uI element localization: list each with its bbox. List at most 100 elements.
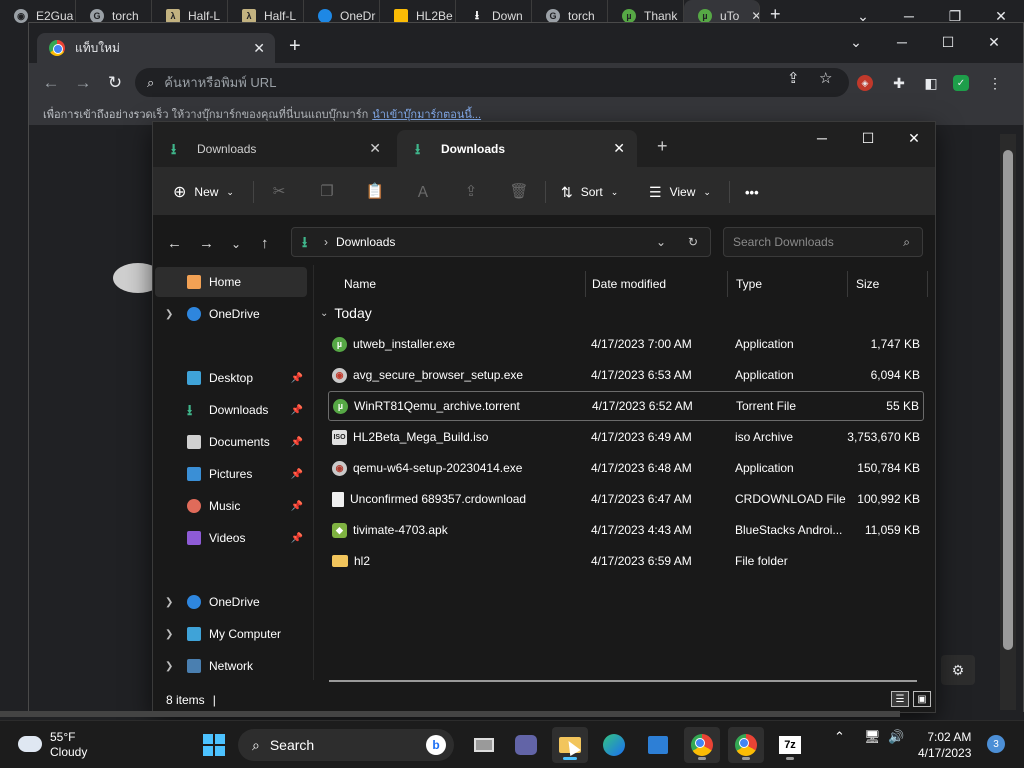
weather-widget[interactable]: 55°F Cloudy bbox=[18, 730, 87, 760]
chevron-down-icon[interactable]: ⌄ bbox=[833, 27, 879, 57]
maximize-button[interactable]: ☐ bbox=[845, 125, 891, 151]
outer-tab-label: torch bbox=[112, 9, 139, 23]
close-icon[interactable]: ✕ bbox=[369, 140, 381, 157]
column-header-name[interactable]: Name bbox=[336, 271, 586, 297]
column-header-size[interactable]: Size bbox=[848, 271, 928, 297]
chrome-button[interactable] bbox=[684, 727, 720, 763]
extension-icon[interactable]: ◈ bbox=[857, 75, 873, 91]
customize-icon[interactable]: ⚙ bbox=[941, 655, 975, 685]
search-input[interactable]: Search Downloads ⌕ bbox=[723, 227, 923, 257]
new-button[interactable]: ⊕ New ⌄ bbox=[173, 179, 234, 205]
sidebar-item-network[interactable]: ❯ Network bbox=[155, 651, 307, 681]
edge-button[interactable] bbox=[596, 727, 632, 763]
puzzle-icon[interactable]: ✚ bbox=[889, 73, 909, 93]
task-view-button[interactable] bbox=[466, 727, 502, 763]
file-size: 100,992 KB bbox=[857, 492, 920, 506]
minimize-button[interactable]: ─ bbox=[799, 125, 845, 151]
file-row[interactable]: µ utweb_installer.exe 4/17/2023 7:00 AM A… bbox=[328, 329, 924, 359]
sidebar-item-documents[interactable]: Documents 📌 bbox=[155, 427, 307, 457]
delete-icon[interactable]: 🗑 bbox=[509, 181, 529, 201]
copy-icon[interactable]: ❐ bbox=[317, 181, 337, 201]
reload-icon[interactable]: ↻ bbox=[101, 71, 129, 95]
page-horizontal-scrollbar[interactable] bbox=[0, 711, 900, 717]
utorrent-icon: µ bbox=[332, 336, 347, 352]
shield-icon[interactable]: ✓ bbox=[953, 75, 969, 91]
close-icon[interactable]: ✕ bbox=[751, 9, 759, 23]
sidebar-item-onedrive-2[interactable]: ❯ OneDrive bbox=[155, 587, 307, 617]
sidebar-item-desktop[interactable]: Desktop 📌 bbox=[155, 363, 307, 393]
minimize-button[interactable]: ─ bbox=[879, 27, 925, 57]
close-icon[interactable]: ✕ bbox=[613, 140, 625, 157]
back-icon[interactable]: ← bbox=[167, 235, 182, 252]
clock[interactable]: 7:02 AM 4/17/2023 bbox=[918, 729, 971, 761]
scroll-thumb[interactable] bbox=[1003, 150, 1013, 650]
store-button[interactable] bbox=[640, 727, 676, 763]
group-header-today[interactable]: ⌄ Today bbox=[320, 305, 372, 321]
download-folder-icon bbox=[415, 139, 429, 164]
file-row[interactable]: ◉ avg_secure_browser_setup.exe 4/17/2023 … bbox=[328, 360, 924, 390]
sidebar-item-downloads[interactable]: Downloads 📌 bbox=[155, 395, 307, 425]
videos-icon bbox=[187, 531, 201, 545]
paste-icon[interactable]: 📋 bbox=[365, 181, 385, 201]
cut-icon[interactable]: ✂ bbox=[269, 181, 289, 201]
file-date: 4/17/2023 6:47 AM bbox=[591, 492, 692, 506]
more-button[interactable]: ••• bbox=[745, 179, 759, 205]
file-row-selected[interactable]: µ WinRT81Qemu_archive.torrent 4/17/2023 6… bbox=[328, 391, 924, 421]
menu-icon[interactable]: ⋮ bbox=[985, 73, 1005, 93]
rename-icon[interactable]: Ａ bbox=[413, 181, 433, 201]
file-row[interactable]: ◆ tivimate-4703.apk 4/17/2023 4:43 AM Blu… bbox=[328, 515, 924, 545]
omnibox[interactable]: ⌕ ค้นหาหรือพิมพ์ URL bbox=[135, 68, 849, 97]
sidebar-item-videos[interactable]: Videos 📌 bbox=[155, 523, 307, 553]
forward-icon[interactable]: → bbox=[199, 235, 214, 252]
sidebar-item-onedrive[interactable]: ❯ OneDrive bbox=[155, 299, 307, 329]
teams-button[interactable] bbox=[508, 727, 544, 763]
volume-icon[interactable]: 🔊 bbox=[888, 729, 904, 745]
explorer-tab-active[interactable]: Downloads ✕ bbox=[397, 130, 637, 167]
share-icon[interactable]: ⇪ bbox=[461, 181, 481, 201]
tiles-view-icon[interactable]: ▣ bbox=[913, 691, 931, 707]
close-icon[interactable]: ✕ bbox=[253, 40, 265, 57]
chevron-up-icon[interactable]: ⌃ bbox=[834, 729, 845, 745]
sort-button[interactable]: ⇅ Sort ⌄ bbox=[561, 179, 618, 205]
back-icon[interactable]: ← bbox=[37, 71, 65, 95]
file-row[interactable]: ISO HL2Beta_Mega_Build.iso 4/17/2023 6:49… bbox=[328, 422, 924, 452]
sidebar-item-pictures[interactable]: Pictures 📌 bbox=[155, 459, 307, 489]
chrome-profile-button[interactable] bbox=[728, 727, 764, 763]
share-icon[interactable]: ⇪ bbox=[787, 69, 800, 87]
file-row[interactable]: hl2 4/17/2023 6:59 AM File folder bbox=[328, 546, 924, 576]
view-button[interactable]: ☰ View ⌄ bbox=[649, 179, 711, 205]
file-row[interactable]: Unconfirmed 689357.crdownload 4/17/2023 … bbox=[328, 484, 924, 514]
close-button[interactable]: ✕ bbox=[891, 125, 937, 151]
column-header-type[interactable]: Type bbox=[728, 271, 848, 297]
start-button[interactable] bbox=[196, 727, 232, 763]
blank-file-icon bbox=[332, 491, 344, 507]
new-tab-button[interactable]: + bbox=[289, 35, 301, 58]
notification-badge[interactable]: 3 bbox=[987, 735, 1005, 753]
command-bar: ⊕ New ⌄ ✂ ❐ 📋 Ａ ⇪ 🗑 ⇅ Sort ⌄ ☰ View ⌄ ••… bbox=[153, 167, 935, 215]
view-label: View bbox=[669, 185, 696, 199]
chrome-tab[interactable]: แท็บใหม่ ✕ bbox=[37, 33, 275, 63]
close-button[interactable]: ✕ bbox=[971, 27, 1017, 57]
refresh-icon[interactable]: ↻ bbox=[688, 235, 698, 249]
horizontal-scrollbar[interactable] bbox=[329, 680, 917, 682]
column-header-date[interactable]: Date modified bbox=[584, 271, 728, 297]
up-icon[interactable]: ↑ bbox=[261, 235, 269, 252]
address-bar[interactable]: › Downloads ⌄ ↻ bbox=[291, 227, 711, 257]
7zip-button[interactable]: 7z bbox=[772, 727, 808, 763]
file-row[interactable]: ◉ qemu-w64-setup-20230414.exe 4/17/2023 6… bbox=[328, 453, 924, 483]
sidepanel-icon[interactable]: ◧ bbox=[921, 73, 941, 93]
maximize-button[interactable]: ☐ bbox=[925, 27, 971, 57]
taskbar-search[interactable]: ⌕ Search b bbox=[238, 729, 454, 761]
sidebar-item-home[interactable]: Home bbox=[155, 267, 307, 297]
details-view-icon[interactable]: ☰ bbox=[891, 691, 909, 707]
new-tab-button[interactable]: + bbox=[657, 136, 668, 157]
chevron-down-icon[interactable]: ⌄ bbox=[656, 235, 666, 249]
sidebar-item-music[interactable]: Music 📌 bbox=[155, 491, 307, 521]
sidebar-item-my-computer[interactable]: ❯ My Computer bbox=[155, 619, 307, 649]
star-icon[interactable]: ☆ bbox=[819, 69, 832, 87]
document-icon bbox=[187, 435, 201, 449]
explorer-tab[interactable]: Downloads ✕ bbox=[153, 130, 393, 167]
recent-chevron-icon[interactable]: ⌄ bbox=[231, 237, 241, 251]
forward-icon[interactable]: → bbox=[69, 71, 97, 95]
network-icon[interactable]: 🖥 bbox=[864, 729, 881, 745]
